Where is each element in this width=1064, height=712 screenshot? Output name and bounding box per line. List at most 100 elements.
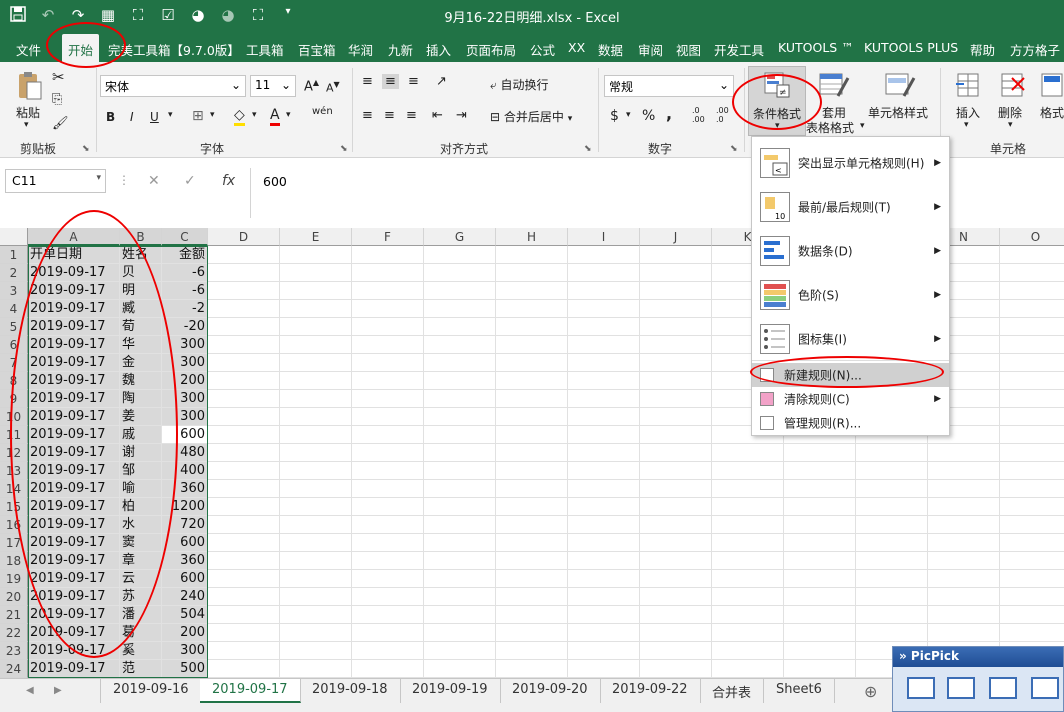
empty-cell[interactable] [496, 318, 568, 336]
empty-cell[interactable] [496, 642, 568, 660]
empty-cell[interactable] [280, 534, 352, 552]
cell-date[interactable]: 2019-09-17 [28, 552, 120, 570]
empty-cell[interactable] [1000, 606, 1064, 624]
empty-cell[interactable] [496, 552, 568, 570]
cell-name[interactable]: 章 [120, 552, 162, 570]
row-header[interactable]: 10 [0, 408, 28, 426]
empty-cell[interactable] [424, 282, 496, 300]
empty-cell[interactable] [1000, 372, 1064, 390]
align-left-icon[interactable]: ≡ [362, 108, 373, 123]
italic-button[interactable]: I [130, 110, 134, 124]
empty-cell[interactable] [568, 264, 640, 282]
insert-cells-button[interactable]: 插入 [956, 104, 980, 121]
cell-name[interactable]: 魏 [120, 372, 162, 390]
empty-cell[interactable] [496, 588, 568, 606]
empty-cell[interactable] [208, 318, 280, 336]
empty-cell[interactable] [712, 480, 784, 498]
empty-cell[interactable] [856, 570, 928, 588]
empty-cell[interactable] [352, 408, 424, 426]
sheet-tab-0920[interactable]: 2019-09-20 [500, 679, 601, 703]
empty-cell[interactable] [208, 516, 280, 534]
row-header[interactable]: 1 [0, 246, 28, 264]
empty-cell[interactable] [1000, 318, 1064, 336]
select-all-corner[interactable] [0, 228, 28, 246]
empty-cell[interactable] [1000, 552, 1064, 570]
col-header-f[interactable]: F [352, 228, 424, 246]
empty-cell[interactable] [568, 534, 640, 552]
cell-amount[interactable]: -2 [162, 300, 208, 318]
row-header[interactable]: 5 [0, 318, 28, 336]
tab-help[interactable]: 帮助 [970, 40, 995, 59]
empty-cell[interactable] [856, 480, 928, 498]
empty-cell[interactable] [352, 534, 424, 552]
empty-cell[interactable] [352, 300, 424, 318]
empty-cell[interactable] [1000, 390, 1064, 408]
empty-cell[interactable] [352, 336, 424, 354]
table-format-icon[interactable] [818, 70, 850, 102]
align-center-icon[interactable]: ≡ [384, 108, 395, 123]
insert-function-icon[interactable]: fx [222, 173, 235, 189]
cell-name[interactable]: 窦 [120, 534, 162, 552]
clipboard-launcher-icon[interactable]: ⬊ [82, 144, 90, 154]
underline-dropdown-icon[interactable]: ▾ [168, 110, 173, 120]
wrap-text-button[interactable]: ⤶ 自动换行 [490, 76, 549, 93]
empty-cell[interactable] [856, 624, 928, 642]
font-size-select[interactable]: 11 ⌄ [250, 75, 296, 97]
empty-cell[interactable] [640, 300, 712, 318]
col-header-c[interactable]: C [162, 228, 208, 246]
font-color-dropdown-icon[interactable]: ▾ [286, 110, 291, 120]
menu-item-manage-rules[interactable]: 管理规则(R)... [752, 411, 949, 435]
copy-icon[interactable]: ⎘ [52, 92, 62, 107]
region-capture-icon[interactable] [989, 677, 1017, 699]
empty-cell[interactable] [280, 318, 352, 336]
cell-amount[interactable]: -6 [162, 264, 208, 282]
empty-cell[interactable] [640, 426, 712, 444]
tab-page-layout[interactable]: 页面布局 [466, 40, 516, 59]
cell-amount[interactable]: 300 [162, 408, 208, 426]
empty-cell[interactable] [280, 390, 352, 408]
orientation-icon[interactable]: ↗ [436, 74, 447, 89]
font-launcher-icon[interactable]: ⬊ [340, 144, 348, 154]
empty-cell[interactable] [640, 624, 712, 642]
empty-cell[interactable] [712, 606, 784, 624]
cell-amount[interactable]: 200 [162, 372, 208, 390]
row-header[interactable]: 23 [0, 642, 28, 660]
format-cells-icon[interactable] [1040, 70, 1064, 100]
empty-cell[interactable] [280, 426, 352, 444]
tab-treasure[interactable]: 百宝箱 [298, 40, 336, 59]
fill-dropdown-icon[interactable]: ▾ [252, 110, 257, 120]
cell-amount[interactable]: 504 [162, 606, 208, 624]
cell-amount[interactable]: 300 [162, 642, 208, 660]
empty-cell[interactable] [640, 606, 712, 624]
empty-cell[interactable] [712, 642, 784, 660]
empty-cell[interactable] [208, 354, 280, 372]
empty-cell[interactable] [352, 372, 424, 390]
empty-cell[interactable] [352, 624, 424, 642]
empty-cell[interactable] [640, 642, 712, 660]
empty-cell[interactable] [280, 660, 352, 678]
empty-cell[interactable] [208, 498, 280, 516]
font-name-select[interactable]: 宋体 ⌄ [100, 75, 246, 97]
empty-cell[interactable] [208, 642, 280, 660]
empty-cell[interactable] [424, 408, 496, 426]
empty-cell[interactable] [280, 462, 352, 480]
empty-cell[interactable] [208, 606, 280, 624]
empty-cell[interactable] [784, 444, 856, 462]
cell-amount[interactable]: 300 [162, 336, 208, 354]
empty-cell[interactable] [640, 372, 712, 390]
empty-cell[interactable] [496, 534, 568, 552]
cell-amount[interactable]: 240 [162, 588, 208, 606]
empty-cell[interactable] [496, 246, 568, 264]
cell-name[interactable]: 葛 [120, 624, 162, 642]
col-header-e[interactable]: E [280, 228, 352, 246]
format-painter-icon[interactable]: 🖌 [52, 116, 69, 131]
scroll-left-icon[interactable]: ◀ [26, 685, 34, 696]
col-header-j[interactable]: J [640, 228, 712, 246]
empty-cell[interactable] [496, 390, 568, 408]
empty-cell[interactable] [352, 480, 424, 498]
sheet-tab-0919[interactable]: 2019-09-19 [400, 679, 501, 703]
cell-name[interactable]: 潘 [120, 606, 162, 624]
grow-font-button[interactable]: A▲ [304, 78, 319, 94]
row-header[interactable]: 14 [0, 480, 28, 498]
tab-huarun[interactable]: 华润 [348, 40, 373, 59]
